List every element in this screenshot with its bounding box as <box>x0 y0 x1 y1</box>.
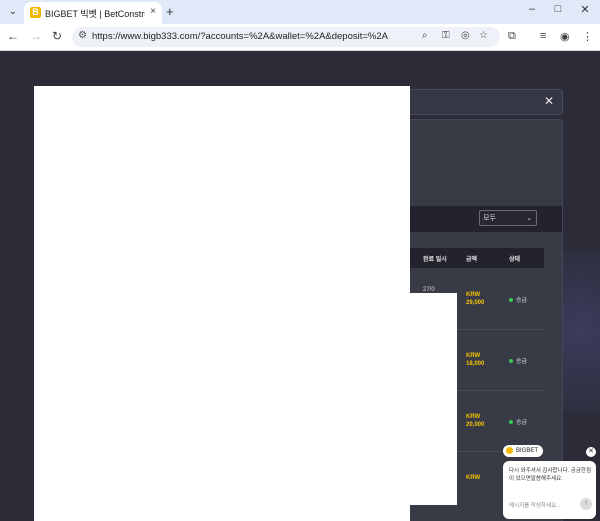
brand-logo-icon <box>506 446 513 454</box>
window-close-icon[interactable]: ✕ <box>577 3 593 16</box>
url-text[interactable]: https://www.bigb333.com/?accounts=%2A&wa… <box>92 31 388 42</box>
browser-tab[interactable]: B BIGBET 빅벳 | BetConstruct 링 × <box>24 2 162 24</box>
tab-search-icon[interactable]: ⌄ <box>6 5 20 19</box>
blank-overlay <box>34 86 410 521</box>
row-amount: KRW <box>466 475 481 481</box>
chat-welcome-message: 다시 와주셔서 감사합니다. 궁금한점이 있으면말씀해주세요. <box>509 468 592 482</box>
browser-tabbar: ⌄ B BIGBET 빅벳 | BetConstruct 링 × + – □ ✕ <box>0 0 600 24</box>
send-arrow-icon[interactable]: ↑ <box>580 498 592 510</box>
forward-icon[interactable]: → <box>29 29 43 43</box>
extensions-icon[interactable]: ⧉ <box>508 30 516 43</box>
profile-icon[interactable]: ◉ <box>560 30 570 43</box>
media-queue-icon[interactable]: ≡ <box>540 30 546 42</box>
maximize-icon[interactable]: □ <box>550 3 566 15</box>
close-tab-icon[interactable]: × <box>150 6 156 17</box>
row-amount: KRW 18,000 <box>466 353 485 367</box>
row-status: 승급 <box>509 417 527 426</box>
reload-icon[interactable]: ↻ <box>50 29 64 43</box>
menu-kebab-icon[interactable]: ⋮ <box>582 30 593 43</box>
bookmark-star-icon[interactable]: ☆ <box>479 30 488 41</box>
status-dot-icon <box>509 420 513 425</box>
blank-overlay-extension <box>410 293 457 505</box>
new-tab-button[interactable]: + <box>166 4 174 19</box>
password-key-icon[interactable]: ⚿ <box>442 30 450 41</box>
zoom-icon[interactable]: ⌕ <box>422 30 428 41</box>
chat-brand-badge[interactable]: BIGBET <box>503 445 544 457</box>
row-status: 승급 <box>509 295 527 304</box>
chat-brand-name: BIGBET <box>516 448 539 454</box>
address-bar[interactable]: ⚙ https://www.bigb333.com/?accounts=%2A&… <box>72 27 500 47</box>
close-icon[interactable]: ✕ <box>544 94 554 108</box>
favicon-icon: B <box>30 7 41 18</box>
row-amount: KRW 20,000 <box>466 414 485 428</box>
back-icon[interactable]: ← <box>6 29 20 43</box>
row-status: 승급 <box>509 356 527 365</box>
filter-selected-value: 모두 <box>483 215 496 222</box>
chat-close-icon[interactable]: ✕ <box>586 447 596 457</box>
chevron-down-icon: ⌄ <box>526 215 532 222</box>
column-header-amount: 금액 <box>466 257 478 263</box>
status-dot-icon <box>509 359 513 364</box>
browser-toolbar: ← → ↻ ⚙ https://www.bigb333.com/?account… <box>0 24 600 51</box>
status-filter-select[interactable]: 모두 ⌄ <box>479 210 537 226</box>
column-header-status: 상태 <box>509 257 521 263</box>
page-content: ✕ 모두 ⌄ 완료 일시 금액 상태 27/0 KRW 29,000 승급 KRW… <box>0 51 600 521</box>
status-dot-icon <box>509 298 513 303</box>
minimize-icon[interactable]: – <box>524 3 540 15</box>
eye-off-icon[interactable]: ◎ <box>461 30 470 41</box>
site-settings-icon[interactable]: ⚙ <box>78 30 87 41</box>
column-header-date: 완료 일시 <box>423 257 447 263</box>
chat-message-input[interactable]: 메시지를 작성하세요... <box>509 501 579 509</box>
chat-widget: 다시 와주셔서 감사합니다. 궁금한점이 있으면말씀해주세요. 메시지를 작성하… <box>503 461 596 519</box>
row-amount: KRW 29,000 <box>466 292 485 306</box>
tab-title: BIGBET 빅벳 | BetConstruct 링 <box>45 9 145 19</box>
